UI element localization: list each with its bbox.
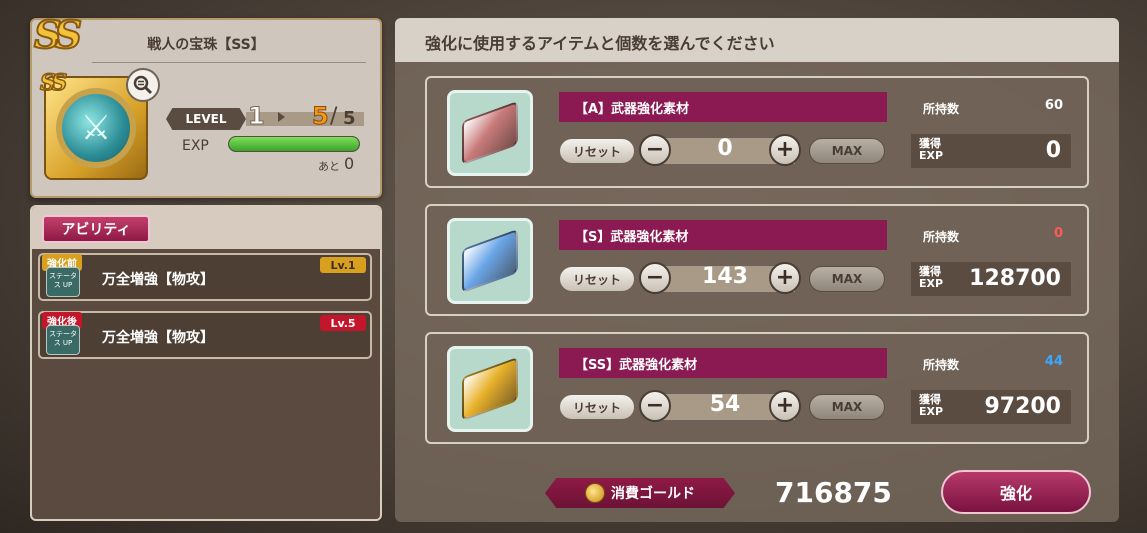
divider <box>92 62 366 63</box>
sword-icon: ⚔ <box>80 108 112 148</box>
reset-button[interactable]: リセット <box>559 138 635 164</box>
minus-button[interactable]: − <box>639 390 671 422</box>
ability-name: 万全増強【物攻】 <box>102 272 214 288</box>
quantity-value: 0 <box>717 136 733 161</box>
ingot-icon <box>462 356 518 422</box>
owned-label: 所持数 <box>923 358 960 372</box>
level-slash: / <box>330 104 338 129</box>
exp-label: EXP <box>182 138 209 154</box>
gain-exp-box: 獲得 EXP 128700 <box>911 262 1071 296</box>
exp-bar <box>228 136 360 152</box>
exp-remaining-value: 0 <box>344 154 355 173</box>
ingot-icon <box>462 100 518 166</box>
material-name-bar: 【SS】武器強化素材 <box>559 348 887 378</box>
gem-icon: ⚔ <box>56 88 136 168</box>
magnifier-icon <box>133 75 153 95</box>
material-name: 【SS】武器強化素材 <box>575 358 698 373</box>
material-icon-frame[interactable] <box>447 90 533 176</box>
rank-badge-small: SS <box>39 69 68 97</box>
material-icon-frame[interactable] <box>447 218 533 304</box>
material-name-bar: 【A】武器強化素材 <box>559 92 887 122</box>
owned-label: 所持数 <box>923 230 960 244</box>
material-name: 【A】武器強化素材 <box>575 102 690 117</box>
ability-row-after: 強化後 ステータス UP 万全増強【物攻】 Lv.5 <box>38 311 372 359</box>
ability-name: 万全増強【物攻】 <box>102 330 214 346</box>
status-up-icon: ステータス UP <box>46 267 80 297</box>
gold-coin-icon <box>585 483 605 503</box>
detail-zoom-button[interactable] <box>126 68 160 102</box>
plus-button[interactable]: + <box>769 134 801 166</box>
gold-cost-label: 消費ゴールド <box>545 478 735 508</box>
tab-ability[interactable]: アビリティ <box>42 215 150 243</box>
minus-button[interactable]: − <box>639 262 671 294</box>
material-name-bar: 【S】武器強化素材 <box>559 220 887 250</box>
minus-button[interactable]: − <box>639 134 671 166</box>
material-name: 【S】武器強化素材 <box>575 230 689 245</box>
ability-level-badge: Lv.5 <box>320 315 366 331</box>
item-name: 戦人の宝珠【SS】 <box>147 37 265 53</box>
owned-value: 60 <box>1044 98 1063 113</box>
gain-exp-box: 獲得 EXP 97200 <box>911 390 1071 424</box>
exp-bar-fill <box>229 137 359 151</box>
gain-exp-value: 97200 <box>984 394 1061 419</box>
ability-row-before: 強化前 ステータス UP 万全増強【物攻】 Lv.1 <box>38 253 372 301</box>
gain-exp-value: 0 <box>1045 138 1061 163</box>
max-button[interactable]: MAX <box>809 394 885 420</box>
reset-button[interactable]: リセット <box>559 266 635 292</box>
plus-button[interactable]: + <box>769 262 801 294</box>
ability-header: アビリティ <box>32 207 380 249</box>
owned-label: 所持数 <box>923 102 960 116</box>
reset-button[interactable]: リセット <box>559 394 635 420</box>
material-selection-panel: 強化に使用するアイテムと個数を選んでください 【A】武器強化素材 リセット − … <box>395 18 1119 522</box>
item-info-panel: SS 戦人の宝珠【SS】 ⚔ SS LEVEL 1 5 / 5 EXP あと 0 <box>30 11 382 198</box>
max-button[interactable]: MAX <box>809 138 885 164</box>
owned-value: 0 <box>1053 226 1063 241</box>
gain-exp-box: 獲得 EXP 0 <box>911 134 1071 168</box>
level-current: 1 <box>248 102 266 131</box>
plus-button[interactable]: + <box>769 390 801 422</box>
gain-exp-label: 獲得 EXP <box>919 137 944 162</box>
material-icon-frame[interactable] <box>447 346 533 432</box>
gain-exp-value: 128700 <box>969 266 1061 291</box>
quantity-value: 54 <box>709 392 741 417</box>
enhance-button[interactable]: 強化 <box>941 470 1091 514</box>
status-up-icon: ステータス UP <box>46 325 80 355</box>
level-max: 5 <box>343 108 356 129</box>
gold-cost-text: 消費ゴールド <box>611 486 695 502</box>
level-label: LEVEL <box>166 108 246 130</box>
panel-title: 強化に使用するアイテムと個数を選んでください <box>425 34 775 53</box>
title-bar: 強化に使用するアイテムと個数を選んでください <box>395 18 1119 62</box>
gain-exp-label: 獲得 EXP <box>919 265 944 290</box>
owned-value: 44 <box>1044 354 1063 369</box>
ability-panel: アビリティ 強化前 ステータス UP 万全増強【物攻】 Lv.1 強化後 ステー… <box>30 205 382 521</box>
arrow-right-icon <box>278 112 285 122</box>
exp-remaining-label: あと <box>318 160 340 173</box>
material-row: 【A】武器強化素材 リセット − 0 + MAX 所持数 60 獲得 EXP 0 <box>425 76 1089 188</box>
material-row: 【S】武器強化素材 リセット − 143 + MAX 所持数 0 獲得 EXP 1… <box>425 204 1089 316</box>
gain-exp-label: 獲得 EXP <box>919 393 944 418</box>
quantity-value: 143 <box>702 264 748 289</box>
ingot-icon <box>462 228 518 294</box>
gold-cost-value: 716875 <box>775 476 892 509</box>
ability-level-badge: Lv.1 <box>320 257 366 273</box>
max-button[interactable]: MAX <box>809 266 885 292</box>
material-row: 【SS】武器強化素材 リセット − 54 + MAX 所持数 44 獲得 EXP … <box>425 332 1089 444</box>
level-next: 5 <box>312 102 330 131</box>
